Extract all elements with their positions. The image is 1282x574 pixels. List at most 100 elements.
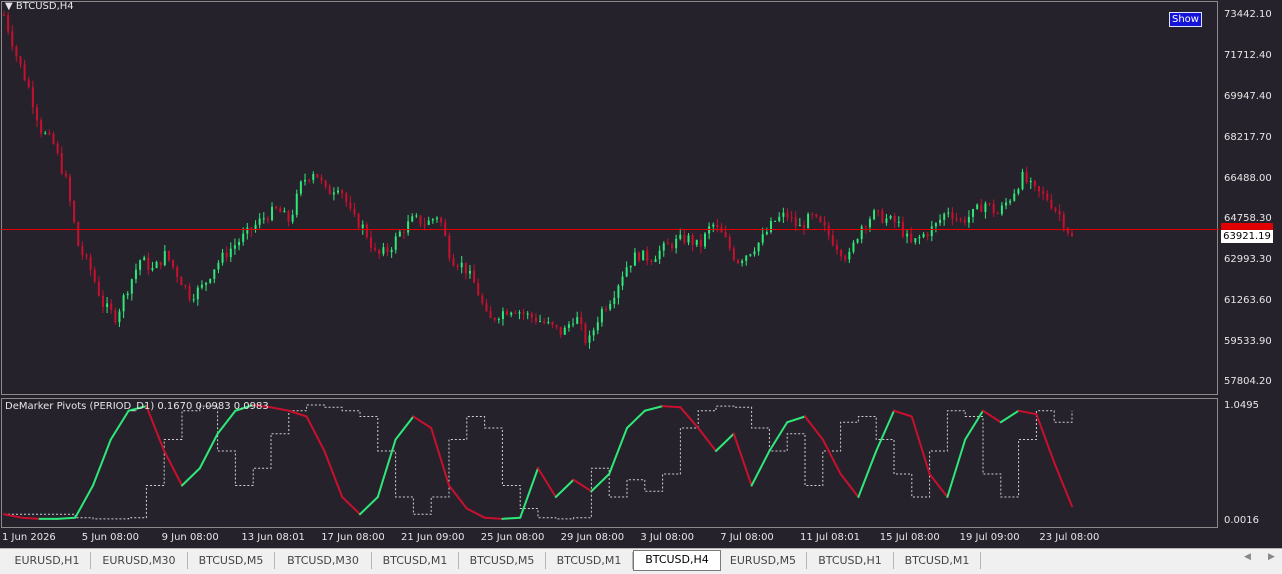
- demarker-line: [1053, 461, 1073, 508]
- candle-body: [192, 299, 195, 301]
- candle-body: [518, 312, 521, 314]
- show-button[interactable]: Show: [1169, 12, 1202, 27]
- candle-body: [539, 321, 542, 323]
- chart-tab[interactable]: BTCUSD,H4: [633, 550, 721, 571]
- demarker-line: [501, 516, 522, 520]
- candle-body: [353, 208, 356, 215]
- demarker-line: [287, 409, 308, 418]
- candle-body: [666, 243, 669, 245]
- pivot-step-line: [4, 404, 1073, 520]
- demarker-line: [732, 432, 753, 487]
- candle-body: [753, 251, 756, 255]
- candle-body: [881, 210, 884, 223]
- candle-body: [299, 181, 302, 194]
- candle-body: [1033, 180, 1036, 187]
- candle-body: [815, 214, 818, 217]
- candle-body: [848, 251, 851, 260]
- chart-tab[interactable]: BTCUSD,M30: [275, 552, 372, 569]
- candle-body: [625, 267, 628, 277]
- chart-tab[interactable]: EURUSD,M30: [91, 552, 188, 569]
- candle-body: [308, 179, 311, 181]
- candle-body: [233, 245, 236, 249]
- candle-body: [361, 224, 364, 229]
- candle-body: [506, 311, 509, 315]
- candle-body: [40, 120, 43, 134]
- candle-body: [963, 219, 966, 223]
- candle-body: [959, 219, 962, 221]
- demarker-line: [643, 405, 664, 412]
- candle-body: [827, 225, 830, 236]
- chart-tab[interactable]: BTCUSD,M1: [372, 552, 459, 569]
- chart-area[interactable]: ▼ BTCUSD,H4 DeMarker Pivots (PERIOD_D1) …: [0, 0, 1282, 548]
- candle-body: [48, 132, 51, 134]
- candle-body: [522, 312, 525, 315]
- chart-tab[interactable]: BTCUSD,M1: [546, 552, 633, 569]
- candle-body: [217, 262, 220, 270]
- candle-body: [802, 224, 805, 229]
- candle-body: [337, 190, 340, 193]
- candle-body: [955, 218, 958, 220]
- candle-body: [617, 285, 620, 298]
- chart-tab[interactable]: BTCUSD,M5: [459, 552, 546, 569]
- candle-body: [126, 293, 129, 296]
- chart-tab[interactable]: BTCUSD,H1: [807, 552, 894, 569]
- candle-body: [621, 276, 624, 286]
- candle-body: [316, 174, 319, 178]
- candle-body: [332, 192, 335, 195]
- candle-body: [7, 15, 10, 32]
- candle-body: [19, 56, 22, 65]
- scroll-left-icon[interactable]: ◀: [1244, 552, 1251, 562]
- candle-body: [73, 200, 76, 223]
- time-tick-label: 11 Jul 08:01: [800, 532, 860, 543]
- time-tick-label: 23 Jul 08:00: [1039, 532, 1100, 543]
- candle-body: [794, 217, 797, 227]
- candle-body: [972, 208, 975, 217]
- candle-body: [687, 235, 690, 243]
- symbol-label[interactable]: ▼ BTCUSD,H4: [5, 1, 74, 13]
- candle-body: [984, 203, 987, 212]
- candle-body: [691, 235, 694, 245]
- candle-body: [996, 213, 999, 215]
- candle-body: [456, 265, 459, 268]
- candle-body: [605, 308, 608, 310]
- scroll-right-icon[interactable]: ▶: [1268, 552, 1275, 562]
- candle-body: [89, 256, 92, 270]
- candle-body: [221, 252, 224, 263]
- demarker-line: [715, 432, 735, 452]
- demarker-line: [786, 415, 806, 424]
- time-tick-label: 5 Jun 08:00: [81, 532, 139, 543]
- candle-body: [415, 215, 418, 217]
- candle-body: [97, 281, 100, 296]
- candle-body: [671, 244, 674, 249]
- demarker-line: [109, 409, 130, 441]
- chart-tab[interactable]: EURUSD,M5: [720, 552, 807, 569]
- candle-body: [431, 219, 434, 221]
- candle-body: [382, 247, 385, 254]
- candle-body: [118, 311, 121, 323]
- candle-body: [584, 324, 587, 343]
- candle-body: [596, 322, 599, 331]
- candle-body: [134, 269, 137, 280]
- candle-body: [407, 221, 410, 233]
- candle-body: [394, 236, 397, 250]
- candle-body: [15, 46, 18, 57]
- candle-body: [1038, 186, 1041, 192]
- indicator-label: DeMarker Pivots (PERIOD_D1) 0.1670 0.098…: [5, 401, 269, 412]
- candle-body: [23, 64, 26, 81]
- time-tick-label: 3 Jul 08:00: [640, 532, 694, 543]
- candle-body: [147, 257, 150, 271]
- candle-body: [200, 284, 203, 288]
- candle-body: [1005, 202, 1008, 206]
- chart-tab[interactable]: BTCUSD,M1: [894, 552, 981, 569]
- candle-body: [262, 218, 265, 220]
- demarker-line: [56, 516, 77, 520]
- chart-tab[interactable]: EURUSD,H1: [4, 552, 91, 569]
- candle-body: [572, 323, 575, 325]
- candle-body: [493, 317, 496, 320]
- candle-body: [464, 262, 467, 274]
- candle-body: [976, 204, 979, 209]
- candle-body: [906, 233, 909, 237]
- chart-tab[interactable]: BTCUSD,M5: [188, 552, 275, 569]
- candle-body: [386, 247, 389, 253]
- candle-body: [646, 250, 649, 261]
